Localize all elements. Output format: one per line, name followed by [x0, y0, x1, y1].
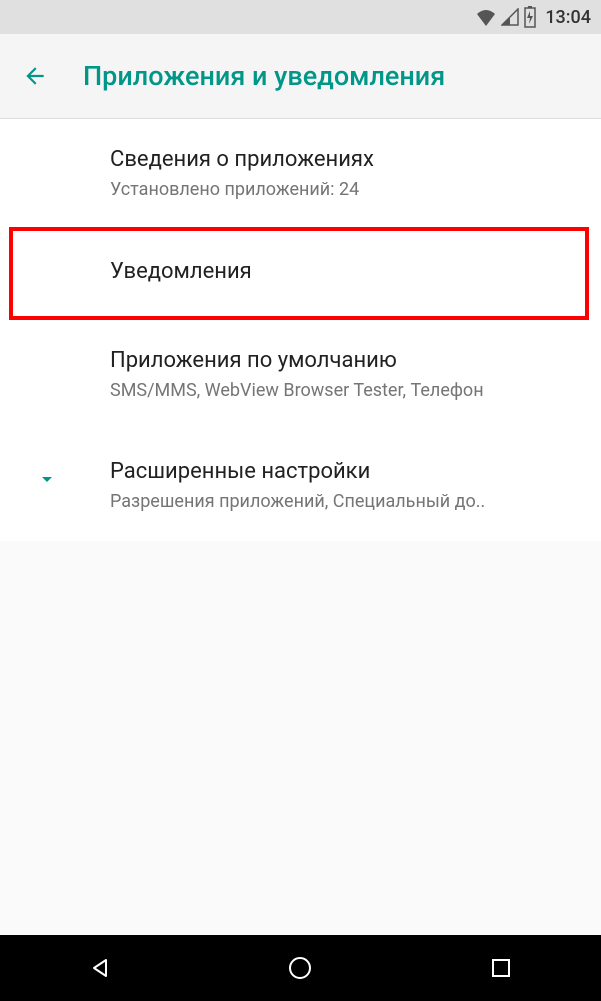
- nav-back-button[interactable]: [60, 948, 140, 988]
- nav-home-button[interactable]: [260, 948, 340, 988]
- advanced-title: Расширенные настройки: [110, 459, 581, 484]
- default-apps-title: Приложения по умолчанию: [110, 348, 581, 373]
- default-apps-item[interactable]: Приложения по умолчанию SMS/MMS, WebView…: [0, 320, 601, 430]
- app-info-item[interactable]: Сведения о приложениях Установлено прило…: [0, 119, 601, 229]
- advanced-subtitle: Разрешения приложений, Специальный до..: [110, 490, 581, 513]
- status-icons: 13:04: [475, 6, 591, 28]
- cellular-icon: [501, 8, 519, 26]
- nav-recent-button[interactable]: [461, 948, 541, 988]
- status-bar: 13:04: [0, 0, 601, 34]
- app-info-subtitle: Установлено приложений: 24: [110, 178, 581, 201]
- battery-icon: [523, 6, 537, 28]
- back-button[interactable]: [22, 63, 48, 89]
- notifications-title: Уведомления: [110, 259, 581, 284]
- default-apps-subtitle: SMS/MMS, WebView Browser Tester, Телефон: [110, 379, 581, 402]
- circle-home-icon: [287, 955, 313, 981]
- app-bar: Приложения и уведомления: [0, 34, 601, 119]
- page-title: Приложения и уведомления: [83, 60, 445, 92]
- chevron-down-icon: [35, 467, 59, 495]
- settings-list: Сведения о приложениях Установлено прило…: [0, 119, 601, 541]
- arrow-left-icon: [22, 63, 48, 89]
- notifications-item[interactable]: Уведомления: [0, 229, 601, 320]
- triangle-back-icon: [88, 956, 112, 980]
- app-info-title: Сведения о приложениях: [110, 147, 581, 172]
- square-recent-icon: [490, 957, 512, 979]
- advanced-item[interactable]: Расширенные настройки Разрешения приложе…: [0, 431, 601, 541]
- wifi-icon: [475, 8, 497, 26]
- status-time: 13:04: [545, 7, 591, 28]
- navigation-bar: [0, 935, 601, 1001]
